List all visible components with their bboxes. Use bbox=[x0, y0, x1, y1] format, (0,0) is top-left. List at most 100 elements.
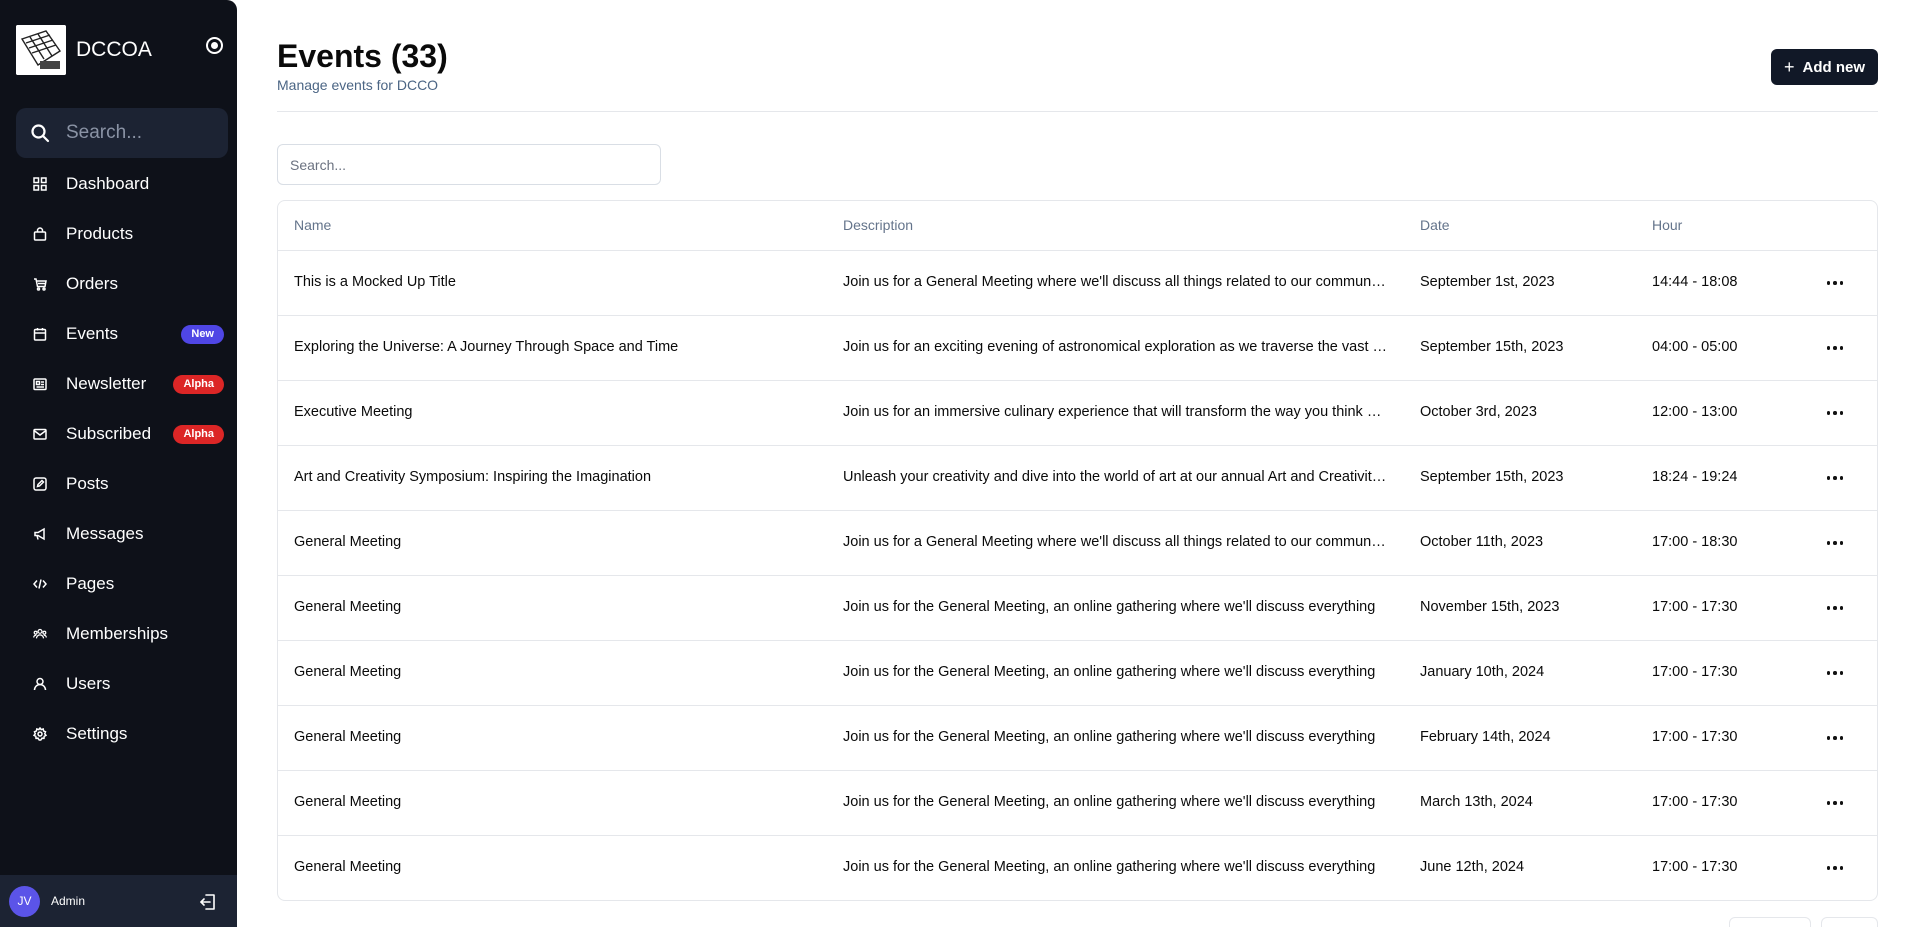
sidebar: DCCOA Dashboard Products Orders bbox=[0, 0, 237, 927]
dccoa-logo bbox=[16, 25, 66, 75]
more-actions-icon[interactable] bbox=[1822, 856, 1848, 880]
sidebar-item-users[interactable]: Users bbox=[0, 659, 237, 709]
event-date: March 13th, 2024 bbox=[1420, 794, 1533, 810]
column-header-description[interactable]: Description bbox=[843, 217, 913, 233]
sidebar-item-orders[interactable]: Orders bbox=[0, 259, 237, 309]
table-row[interactable]: General Meeting Join us for the General … bbox=[278, 706, 1877, 771]
user-bar: JV Admin bbox=[0, 875, 237, 927]
sidebar-item-label: Posts bbox=[66, 474, 109, 493]
more-actions-icon[interactable] bbox=[1822, 531, 1848, 555]
users-group-icon bbox=[33, 627, 47, 641]
sidebar-item-dashboard[interactable]: Dashboard bbox=[0, 159, 237, 209]
newspaper-icon bbox=[33, 377, 47, 391]
sidebar-item-label: Orders bbox=[66, 274, 118, 293]
event-description: Unleash your creativity and dive into th… bbox=[843, 469, 1388, 485]
more-actions-icon[interactable] bbox=[1822, 596, 1848, 620]
sidebar-search[interactable] bbox=[16, 108, 228, 158]
brand[interactable]: DCCOA bbox=[16, 25, 152, 75]
sidebar-item-label: Settings bbox=[66, 724, 128, 743]
user-icon bbox=[33, 677, 47, 691]
event-name: General Meeting bbox=[294, 534, 402, 550]
sidebar-item-subscribed[interactable]: Subscribed Alpha bbox=[0, 409, 237, 459]
next-page-button[interactable] bbox=[1821, 917, 1878, 927]
sidebar-item-label: Subscribed bbox=[66, 424, 152, 443]
event-description: Join us for an exciting evening of astro… bbox=[843, 339, 1388, 355]
sidebar-item-settings[interactable]: Settings bbox=[0, 709, 237, 759]
table-row[interactable]: Exploring the Universe: A Journey Throug… bbox=[278, 316, 1877, 381]
divider bbox=[277, 111, 1878, 112]
event-name: General Meeting bbox=[294, 794, 402, 810]
add-new-button[interactable]: + Add new bbox=[1771, 49, 1878, 85]
sidebar-item-events[interactable]: Events New bbox=[0, 309, 237, 359]
sidebar-search-input[interactable] bbox=[66, 122, 216, 144]
column-header-hour[interactable]: Hour bbox=[1652, 217, 1682, 233]
event-name: General Meeting bbox=[294, 729, 402, 745]
sidebar-item-label: Users bbox=[66, 674, 111, 693]
table-row[interactable]: Art and Creativity Symposium: Inspiring … bbox=[278, 446, 1877, 511]
more-actions-icon[interactable] bbox=[1822, 271, 1848, 295]
event-name: General Meeting bbox=[294, 664, 402, 680]
event-hour: 17:00 - 17:30 bbox=[1652, 599, 1738, 615]
table-row[interactable]: General Meeting Join us for the General … bbox=[278, 576, 1877, 641]
column-header-name[interactable]: Name bbox=[294, 217, 331, 233]
table-row[interactable]: Executive Meeting Join us for an immersi… bbox=[278, 381, 1877, 446]
table-row[interactable]: General Meeting Join us for the General … bbox=[278, 641, 1877, 706]
more-actions-icon[interactable] bbox=[1822, 466, 1848, 490]
table-row[interactable]: General Meeting Join us for the General … bbox=[278, 771, 1877, 836]
shopping-bag-icon bbox=[33, 227, 47, 241]
previous-page-button[interactable] bbox=[1729, 917, 1811, 927]
event-date: November 15th, 2023 bbox=[1420, 599, 1560, 615]
event-hour: 12:00 - 13:00 bbox=[1652, 404, 1738, 420]
event-description: Join us for an immersive culinary experi… bbox=[843, 404, 1388, 420]
search-input[interactable] bbox=[277, 144, 661, 185]
event-name: General Meeting bbox=[294, 599, 402, 615]
sidebar-item-label: Dashboard bbox=[66, 174, 150, 193]
more-actions-icon[interactable] bbox=[1822, 791, 1848, 815]
event-description: Join us for the General Meeting, an onli… bbox=[843, 729, 1376, 745]
avatar[interactable]: JV bbox=[9, 885, 40, 917]
sidebar-nav: Dashboard Products Orders Events New New… bbox=[0, 159, 237, 759]
sidebar-item-label: Newsletter bbox=[66, 374, 147, 393]
mail-icon bbox=[33, 427, 47, 441]
alpha-badge: Alpha bbox=[173, 375, 224, 394]
new-badge: New bbox=[181, 325, 224, 344]
sidebar-item-messages[interactable]: Messages bbox=[0, 509, 237, 559]
event-date: October 3rd, 2023 bbox=[1420, 404, 1537, 420]
event-date: June 12th, 2024 bbox=[1420, 859, 1525, 875]
event-description: Join us for a General Meeting where we'l… bbox=[843, 534, 1388, 550]
add-new-label: Add new bbox=[1802, 58, 1866, 76]
event-hour: 04:00 - 05:00 bbox=[1652, 339, 1738, 355]
event-hour: 14:44 - 18:08 bbox=[1652, 274, 1738, 290]
alpha-badge: Alpha bbox=[173, 425, 224, 444]
grid-icon bbox=[33, 177, 47, 191]
sidebar-item-products[interactable]: Products bbox=[0, 209, 237, 259]
sidebar-item-label: Memberships bbox=[66, 624, 169, 643]
event-hour: 17:00 - 17:30 bbox=[1652, 859, 1738, 875]
column-header-date[interactable]: Date bbox=[1420, 217, 1450, 233]
more-actions-icon[interactable] bbox=[1822, 401, 1848, 425]
sidebar-item-posts[interactable]: Posts bbox=[0, 459, 237, 509]
event-hour: 17:00 - 18:30 bbox=[1652, 534, 1738, 550]
pencil-square-icon bbox=[33, 477, 47, 491]
event-date: September 15th, 2023 bbox=[1420, 339, 1564, 355]
theme-toggle-icon[interactable] bbox=[206, 37, 223, 54]
sidebar-item-memberships[interactable]: Memberships bbox=[0, 609, 237, 659]
user-name: Admin bbox=[51, 894, 86, 908]
plus-icon: + bbox=[1783, 57, 1795, 77]
event-description: Join us for the General Meeting, an onli… bbox=[843, 664, 1376, 680]
event-date: October 11th, 2023 bbox=[1420, 534, 1544, 550]
sidebar-item-label: Pages bbox=[66, 574, 115, 593]
logout-icon[interactable] bbox=[199, 893, 217, 916]
sidebar-item-newsletter[interactable]: Newsletter Alpha bbox=[0, 359, 237, 409]
sidebar-item-pages[interactable]: Pages bbox=[0, 559, 237, 609]
more-actions-icon[interactable] bbox=[1822, 661, 1848, 685]
event-description: Join us for the General Meeting, an onli… bbox=[843, 794, 1376, 810]
sidebar-item-label: Events bbox=[66, 324, 118, 343]
table-row[interactable]: This is a Mocked Up Title Join us for a … bbox=[278, 251, 1877, 316]
code-icon bbox=[33, 577, 47, 591]
table-row[interactable]: General Meeting Join us for the General … bbox=[278, 836, 1877, 900]
more-actions-icon[interactable] bbox=[1822, 336, 1848, 360]
more-actions-icon[interactable] bbox=[1822, 726, 1848, 750]
event-name: This is a Mocked Up Title bbox=[294, 274, 456, 290]
table-row[interactable]: General Meeting Join us for a General Me… bbox=[278, 511, 1877, 576]
